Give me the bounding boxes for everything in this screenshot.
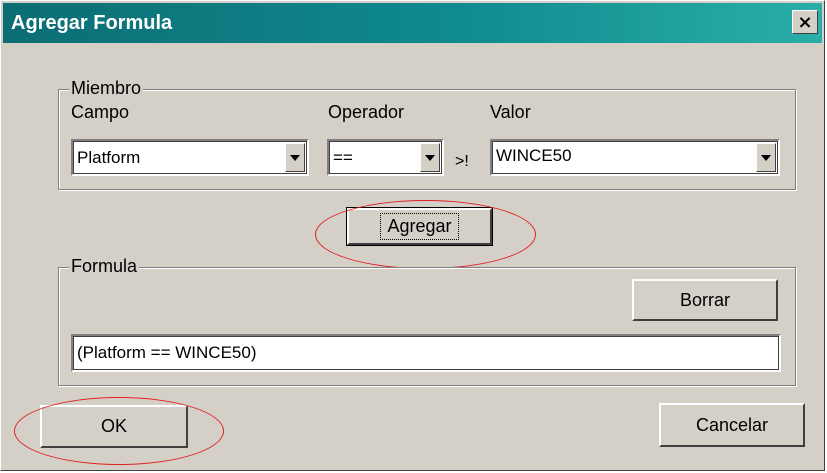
window-title: Agregar Formula — [11, 12, 173, 34]
borrar-button[interactable]: Borrar — [632, 279, 778, 321]
ok-button-label: OK — [100, 416, 127, 436]
operador-select[interactable]: == — [327, 139, 444, 176]
agregar-button-label: Agregar — [380, 213, 459, 240]
chevron-down-icon — [761, 154, 771, 161]
formula-input[interactable]: (Platform == WINCE50) — [71, 334, 781, 372]
formula-group-label: Formula — [69, 256, 140, 277]
chevron-down-icon — [290, 154, 300, 161]
title-bar[interactable]: Agregar Formula × — [3, 3, 822, 43]
campo-select-value: Platform — [77, 148, 141, 167]
valor-select-value: WINCE50 — [496, 146, 572, 165]
valor-label: Valor — [490, 102, 531, 122]
cancelar-button-label: Cancelar — [695, 414, 769, 435]
formula-input-value: (Platform == WINCE50) — [77, 343, 257, 362]
chevron-down-icon — [425, 154, 435, 161]
valor-select[interactable]: WINCE50 — [490, 139, 780, 176]
campo-label: Campo — [71, 102, 130, 122]
operador-select-value: == — [333, 148, 353, 167]
agregar-button[interactable]: Agregar — [346, 207, 493, 246]
campo-select[interactable]: Platform — [71, 139, 309, 176]
close-button[interactable]: × — [792, 10, 818, 34]
miembro-group-label: Miembro — [69, 78, 144, 99]
borrar-button-label: Borrar — [679, 289, 730, 310]
operador-label: Operador — [328, 102, 405, 122]
close-icon: × — [797, 11, 813, 33]
agregar-formula-dialog: Agregar Formula × Miembro Campo Operador… — [0, 0, 825, 471]
campo-dropdown-button[interactable] — [285, 143, 305, 172]
cancelar-button[interactable]: Cancelar — [659, 403, 805, 447]
operador-dropdown-button[interactable] — [420, 143, 440, 172]
operator-hint: >! — [455, 153, 469, 170]
ok-button[interactable]: OK — [40, 405, 188, 448]
valor-dropdown-button[interactable] — [756, 143, 776, 172]
